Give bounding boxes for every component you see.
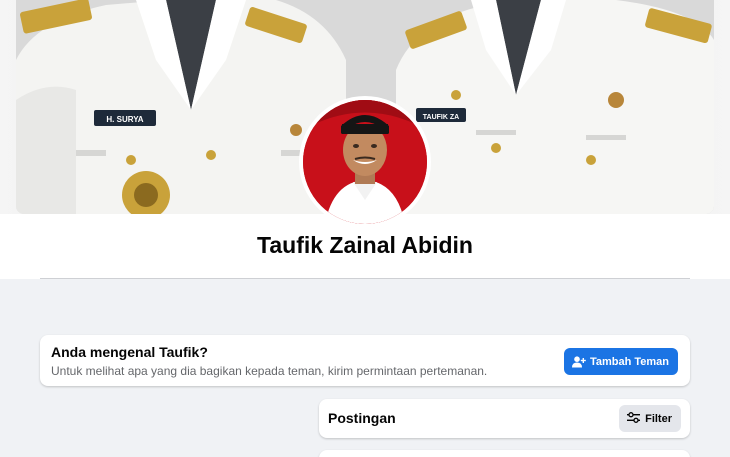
filter-sliders-icon [627,411,641,426]
know-card-subtitle: Untuk melihat apa yang dia bagikan kepad… [51,364,488,378]
avatar-portrait [303,100,427,224]
filter-label: Filter [645,412,672,425]
add-friend-icon [571,355,586,368]
header-divider [40,278,690,279]
know-person-card: Anda mengenal Taufik? Untuk melihat apa … [40,335,690,386]
know-card-title: Anda mengenal Taufik? [51,344,208,360]
avatar[interactable] [303,100,427,224]
cover-name-badge-right: TAUFIK ZA [423,114,459,121]
filter-button[interactable]: Filter [619,405,681,432]
posts-header-card: Postingan Filter [319,399,690,438]
posts-title: Postingan [328,410,396,426]
profile-name: Taufik Zainal Abidin [257,232,473,258]
add-friend-label: Tambah Teman [589,355,669,368]
add-friend-button[interactable]: Tambah Teman [563,348,678,375]
cover-name-badge-left: H. SURYA [106,115,143,124]
next-post-card [319,450,690,457]
profile-header: H. SURYA TAUFIK ZA Taufik Zainal Abidin [0,0,730,279]
